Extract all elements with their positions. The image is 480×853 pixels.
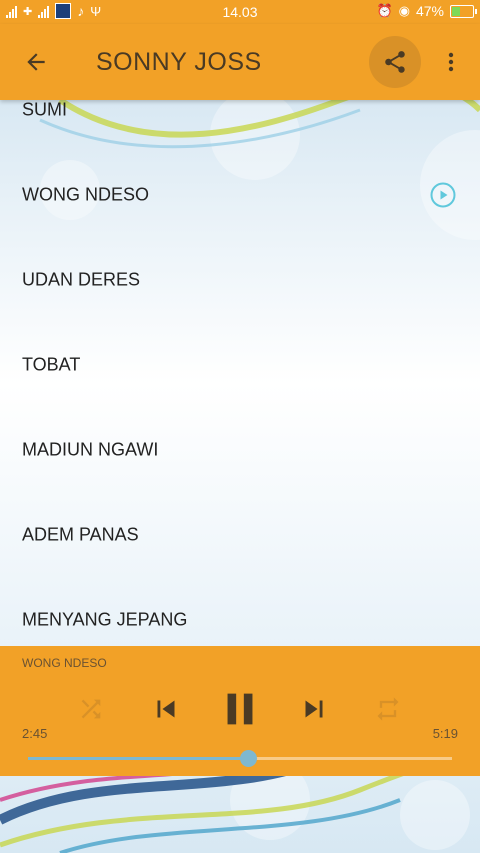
share-icon [385, 51, 405, 73]
play-circle-icon[interactable] [430, 182, 456, 208]
seek-bar-progress [28, 757, 248, 760]
skip-next-icon [305, 700, 323, 718]
song-item-tobat[interactable]: TOBAT [0, 322, 480, 407]
current-time: 2:45 [22, 726, 48, 741]
song-title: SUMI [22, 100, 67, 119]
player-controls [0, 686, 480, 732]
song-item-sumi[interactable]: SUMI [0, 100, 480, 152]
battery-percent: 47% [415, 3, 444, 19]
pause-button[interactable] [216, 686, 264, 732]
skip-previous-icon [157, 700, 175, 718]
song-title: TOBAT [22, 354, 81, 374]
total-time: 5:19 [432, 726, 458, 741]
back-button[interactable] [16, 42, 56, 82]
song-title: WONG NDESO [22, 184, 150, 204]
eye-icon: ◉ [398, 3, 410, 18]
status-bar: ✚ ♪ Ψ 14.03 ⏰ ◉ 47% [0, 0, 480, 24]
song-item-udan-deres[interactable]: UDAN DERES [0, 237, 480, 322]
more-vert-icon [448, 52, 454, 72]
song-list: SUMI WONG NDESO UDAN DERES TOBAT MADIUN … [0, 100, 480, 646]
music-player: WONG NDESO 2:45 5:19 [0, 646, 480, 776]
song-item-adem-panas[interactable]: ADEM PANAS [0, 492, 480, 577]
more-options-button[interactable] [436, 42, 466, 82]
share-button[interactable] [369, 36, 421, 88]
song-title: MADIUN NGAWI [22, 439, 159, 459]
song-item-menyang-jepang[interactable]: MENYANG JEPANG [0, 577, 480, 646]
now-playing-title: WONG NDESO [22, 656, 107, 670]
song-title: UDAN DERES [22, 269, 141, 289]
app-bar: SONNY JOSS [0, 24, 480, 100]
song-item-madiun-ngawi[interactable]: MADIUN NGAWI [0, 407, 480, 492]
page-title: SONNY JOSS [96, 48, 262, 76]
seek-bar[interactable] [28, 750, 452, 767]
pause-icon [227, 693, 253, 725]
next-button[interactable] [294, 686, 334, 732]
seek-bar-thumb[interactable] [239, 750, 257, 767]
song-item-wong-ndeso[interactable]: WONG NDESO [0, 152, 480, 237]
battery-icon [450, 4, 477, 18]
alarm-icon: ⏰ [376, 3, 393, 18]
back-arrow-icon [27, 53, 45, 71]
previous-button[interactable] [146, 686, 186, 732]
song-title: MENYANG JEPANG [22, 609, 188, 629]
repeat-icon [377, 697, 399, 721]
shuffle-icon [81, 699, 101, 719]
shuffle-button[interactable] [74, 686, 108, 732]
repeat-button[interactable] [370, 686, 406, 732]
song-title: ADEM PANAS [22, 524, 139, 544]
